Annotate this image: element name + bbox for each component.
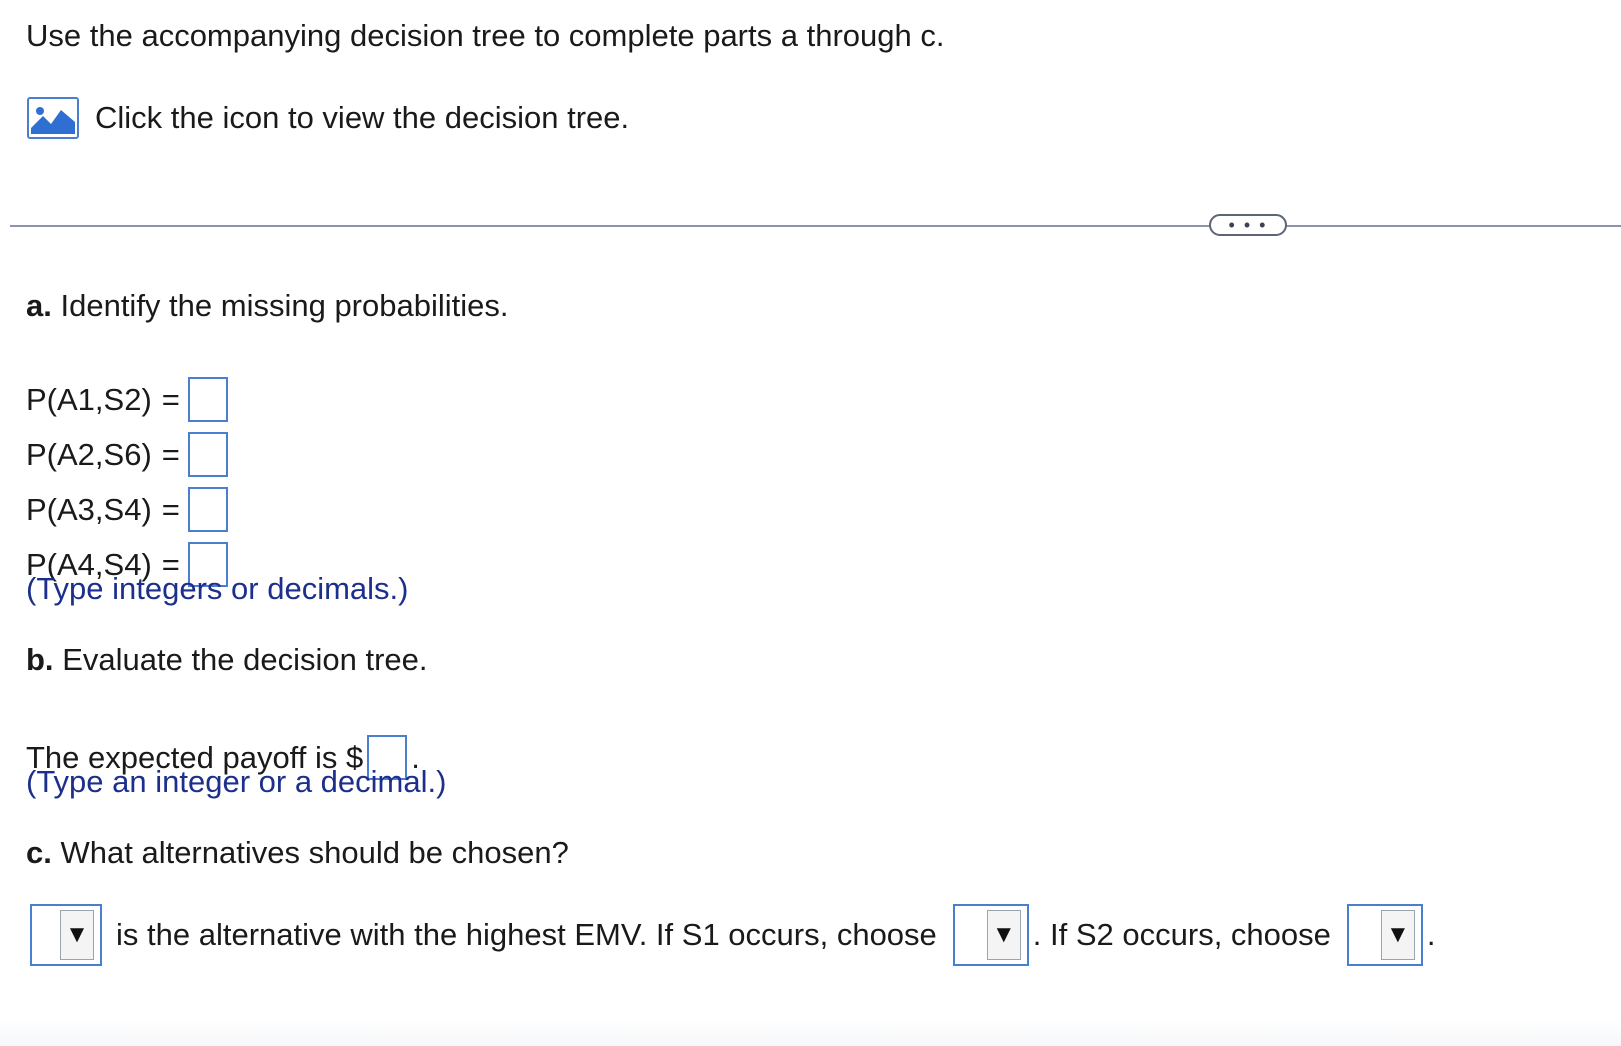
probability-input-a2-s6[interactable] [187,432,228,477]
question-page: Use the accompanying decision tree to co… [0,0,1621,1046]
decision-tree-link-row: Click the icon to view the decision tree… [27,96,629,140]
highest-emv-dropdown[interactable]: ▼ [30,904,102,966]
s2-choice-dropdown[interactable]: ▼ [1346,904,1423,966]
probability-input-a3-s4[interactable] [187,487,228,532]
probability-label: P(A2,S6) [26,436,152,472]
more-options-button[interactable]: • • • [1209,214,1287,236]
highest-emv-text: is the alternative with the highest EMV.… [116,917,937,952]
part-c-letter: c. [26,835,52,870]
part-b-heading: b. Evaluate the decision tree. [26,638,428,682]
part-b-letter: b. [26,642,54,677]
part-a-heading: a. Identify the missing probabilities. [26,284,509,328]
section-divider [10,225,1621,227]
chevron-down-icon: ▼ [1380,910,1415,960]
bottom-fade [0,1020,1621,1046]
part-b-prompt: Evaluate the decision tree. [62,642,428,677]
image-thumbnail-icon [31,102,75,134]
chevron-down-icon: ▼ [60,910,94,960]
image-icon[interactable] [27,97,79,139]
probability-input-a1-s2[interactable] [187,377,228,422]
chevron-down-icon: ▼ [986,910,1021,960]
part-c-heading: c. What alternatives should be chosen? [26,831,569,875]
part-b-hint: (Type an integer or a decimal.) [26,764,447,799]
probability-row: P(A1,S2) = [26,372,228,427]
equals-sign: = [161,381,180,417]
probability-label: P(A3,S4) [26,491,152,527]
part-a-prompt: Identify the missing probabilities. [60,288,509,323]
part-a-letter: a. [26,288,52,323]
part-c-prompt: What alternatives should be chosen? [60,835,569,870]
part-a-hint: (Type integers or decimals.) [26,571,409,606]
final-period: . [1426,917,1436,952]
probability-list: P(A1,S2) = P(A2,S6) = P(A3,S4) = P(A4,S4… [26,372,228,592]
probability-label: P(A1,S2) [26,381,152,417]
equals-sign: = [161,491,180,527]
intro-text: Use the accompanying decision tree to co… [26,18,945,53]
probability-row: P(A3,S4) = [26,482,228,537]
equals-sign: = [161,436,180,472]
probability-row: P(A2,S6) = [26,427,228,482]
alternatives-row: ▼ is the alternative with the highest EM… [30,904,1436,966]
view-tree-instruction: Click the icon to view the decision tree… [95,100,630,135]
s2-occurs-text: . If S2 occurs, choose [1032,917,1331,952]
s1-choice-dropdown[interactable]: ▼ [952,904,1029,966]
